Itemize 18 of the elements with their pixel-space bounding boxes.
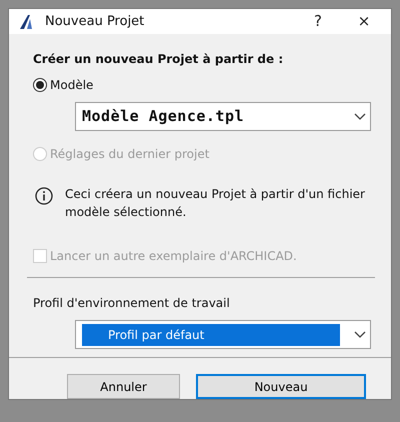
- app-logo-icon: [19, 14, 35, 30]
- info-text: Ceci créera un nouveau Projet à partir d'un fichier modèle sélectionné.: [65, 186, 366, 221]
- template-dropdown[interactable]: Modèle Agence.tpl: [75, 102, 371, 131]
- radio-label: Modèle: [50, 77, 94, 94]
- radio-label: Réglages du dernier projet: [50, 146, 210, 163]
- info-icon: [35, 187, 53, 205]
- dialog-button[interactable]: Nouveau: [196, 374, 366, 399]
- window-title: Nouveau Projet: [45, 12, 146, 31]
- chevron-down-icon: [354, 112, 366, 120]
- profile-label: Profil d'environnement de travail: [33, 295, 231, 312]
- checkbox-label: Lancer un autre exemplaire d'ARCHICAD.: [50, 248, 297, 265]
- help-button[interactable]: ?: [295, 9, 341, 34]
- chevron-down-icon: [354, 330, 366, 338]
- dialog-button[interactable]: Annuler: [67, 374, 180, 399]
- section-heading: Créer un nouveau Projet à partir de :: [33, 51, 284, 68]
- profile-dropdown[interactable]: Profil par défaut: [75, 320, 371, 349]
- radio-button[interactable]: [33, 78, 47, 92]
- close-button[interactable]: ×: [341, 9, 387, 34]
